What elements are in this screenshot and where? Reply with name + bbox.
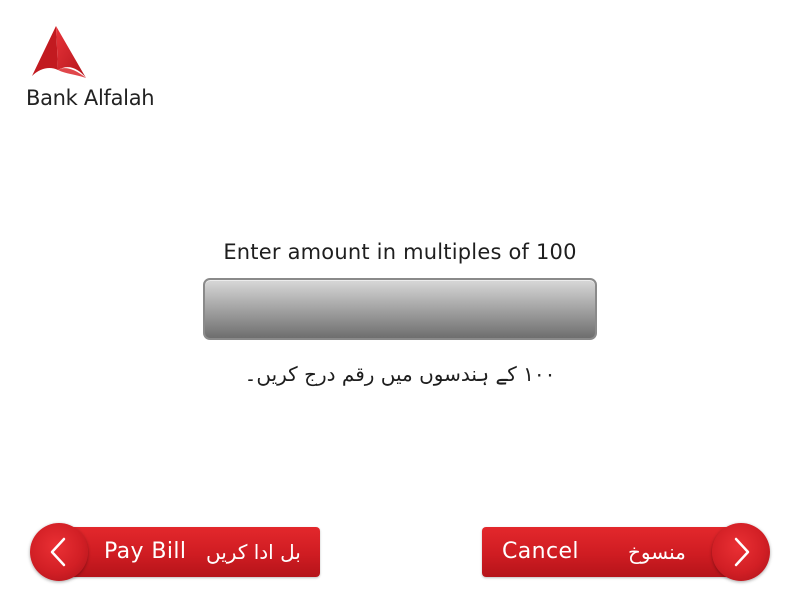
chevron-right-icon[interactable] [712, 523, 770, 581]
chevron-left-icon[interactable] [30, 523, 88, 581]
amount-input[interactable] [203, 278, 597, 340]
amount-prompt-urdu: ۱۰۰ کے ہندسوں میں رقم درج کریں۔ [244, 362, 556, 386]
cancel-label-english[interactable]: Cancel [502, 527, 579, 577]
pay-bill-button[interactable]: Pay Bill بل ادا کریں [30, 523, 320, 581]
pay-bill-label-urdu[interactable]: بل ادا کریں [206, 527, 301, 577]
cancel-label-urdu[interactable]: منسوخ [628, 527, 686, 577]
bank-logo: Bank Alfalah [26, 24, 176, 119]
pay-bill-label-english[interactable]: Pay Bill [104, 527, 186, 577]
amount-prompt-english: Enter amount in multiples of 100 [223, 240, 577, 264]
bank-alfalah-logo-icon [32, 26, 86, 78]
cancel-button[interactable]: Cancel منسوخ [482, 523, 772, 581]
bank-name: Bank Alfalah [26, 86, 155, 110]
